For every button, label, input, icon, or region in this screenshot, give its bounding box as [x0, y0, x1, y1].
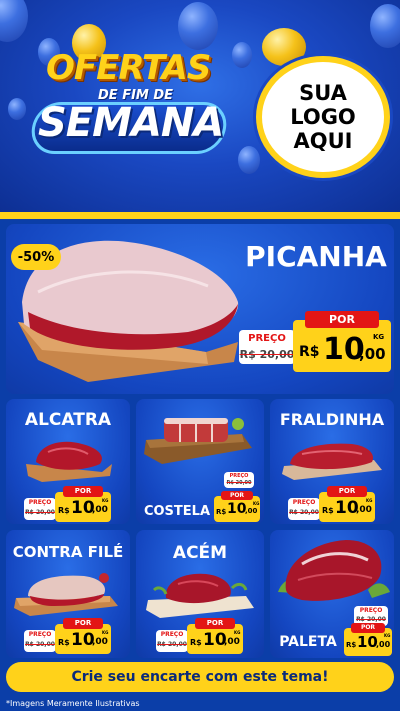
logo-line: SUA: [299, 80, 347, 105]
currency-symbol: R$: [216, 508, 227, 516]
product-new-price: POR R$ 10 ,00 KG: [319, 486, 375, 522]
product-old-price: PREÇO R$ 20,00: [224, 472, 254, 488]
logo-line: LOGO: [290, 104, 356, 129]
new-price-label: POR: [221, 491, 253, 500]
currency-symbol: R$: [58, 506, 70, 515]
old-price-value: R$ 20,00: [226, 480, 252, 486]
header-banner: OFERTAS DE FIM DE SEMANA SUA LOGO AQUI: [0, 0, 400, 212]
product-new-price: POR R$ 10 ,00 KG: [214, 491, 260, 522]
old-price-label: PREÇO: [160, 631, 184, 638]
product-new-price: POR R$ 10 ,00 KG: [55, 486, 111, 522]
product-name: PALETA: [279, 634, 337, 650]
currency-symbol: R$: [322, 506, 334, 515]
product-name: COSTELA: [143, 504, 211, 519]
unit-label: KG: [366, 498, 373, 503]
currency-symbol: R$: [58, 638, 70, 647]
new-price-label: POR: [305, 311, 379, 328]
old-price-value: R$ 20,00: [25, 509, 55, 516]
unit-label: KG: [102, 498, 109, 503]
old-price-label: PREÇO: [248, 333, 286, 344]
product-old-price: PREÇO R$ 20,00: [156, 630, 188, 652]
old-price-value: R$ 20,00: [157, 641, 187, 648]
price-cents: ,00: [92, 637, 108, 647]
title-semana: SEMANA: [38, 100, 224, 146]
unit-label: KG: [373, 333, 385, 341]
price-cents: ,00: [356, 505, 372, 515]
unit-label: KG: [253, 501, 260, 506]
product-new-price: POR R$ 10 ,00 KG: [187, 618, 243, 654]
balloon-icon: [232, 42, 252, 68]
new-price-label: POR: [63, 618, 103, 629]
price-cents: ,00: [245, 507, 258, 515]
currency-symbol: R$: [346, 641, 357, 649]
old-price-label: PREÇO: [229, 473, 249, 479]
new-price-label: POR: [195, 618, 235, 629]
logo-line: AQUI: [293, 129, 353, 154]
product-name: ACÉM: [172, 543, 228, 563]
price-cents: ,00: [92, 505, 108, 515]
product-name: ALCATRA: [24, 410, 112, 430]
balloon-icon: [238, 146, 260, 174]
old-price-label: PREÇO: [292, 499, 316, 506]
old-price-value: R$ 20,00: [239, 348, 295, 361]
costela-meat-icon: [144, 418, 252, 464]
balloon-icon: [8, 98, 26, 120]
price-cents: ,00: [224, 637, 240, 647]
old-price-label: PREÇO: [359, 607, 383, 614]
product-new-price: POR R$ 10 ,00 KG: [344, 623, 392, 656]
featured-new-price: POR R$ 10 ,00 KG: [293, 311, 391, 372]
price-integer: 10: [357, 633, 378, 651]
event-title: OFERTAS DE FIM DE SEMANA: [28, 40, 230, 160]
divider: [0, 212, 400, 219]
contra-file-meat-icon: [14, 573, 118, 616]
old-price-label: PREÇO: [28, 631, 52, 638]
balloon-icon: [370, 4, 400, 48]
unit-label: KG: [102, 630, 109, 635]
product-old-price: PREÇO R$ 20,00: [24, 630, 56, 652]
featured-old-price: PREÇO R$ 20,00: [239, 330, 295, 364]
disclaimer-footnote: *Imagens Meramente Ilustrativas: [6, 699, 140, 708]
balloon-icon: [0, 0, 28, 42]
product-new-price: POR R$ 10 ,00 KG: [55, 618, 111, 654]
price-cents: ,00: [376, 640, 391, 649]
new-price-label: POR: [351, 623, 385, 633]
discount-badge: -50%: [11, 244, 61, 270]
alcatra-meat-icon: [26, 441, 112, 482]
unit-label: KG: [234, 630, 241, 635]
logo-placeholder: SUA LOGO AQUI: [256, 56, 390, 178]
unit-label: KG: [384, 633, 391, 638]
old-price-value: R$ 20,00: [25, 641, 55, 648]
currency-symbol: R$: [299, 344, 320, 360]
old-price-value: R$ 20,00: [356, 616, 386, 623]
title-ofertas: OFERTAS: [46, 48, 211, 88]
product-name: CONTRA FILÉ: [12, 543, 124, 561]
product-old-price: PREÇO R$ 20,00: [288, 498, 320, 520]
acem-meat-icon: [146, 573, 254, 618]
old-price-label: PREÇO: [28, 499, 52, 506]
new-price-label: POR: [327, 486, 367, 497]
paleta-meat-icon: [278, 540, 390, 601]
featured-product-name: PICANHA: [245, 240, 387, 273]
fraldinha-meat-icon: [282, 443, 382, 480]
price-integer: 10: [227, 501, 247, 517]
create-flyer-button[interactable]: Crie seu encarte com este tema!: [6, 662, 394, 692]
new-price-label: POR: [63, 486, 103, 497]
product-name: FRALDINHA: [279, 410, 385, 429]
product-old-price: PREÇO R$ 20,00: [24, 498, 56, 520]
currency-symbol: R$: [190, 638, 202, 647]
old-price-value: R$ 20,00: [289, 509, 319, 516]
price-cents: ,00: [359, 345, 386, 363]
